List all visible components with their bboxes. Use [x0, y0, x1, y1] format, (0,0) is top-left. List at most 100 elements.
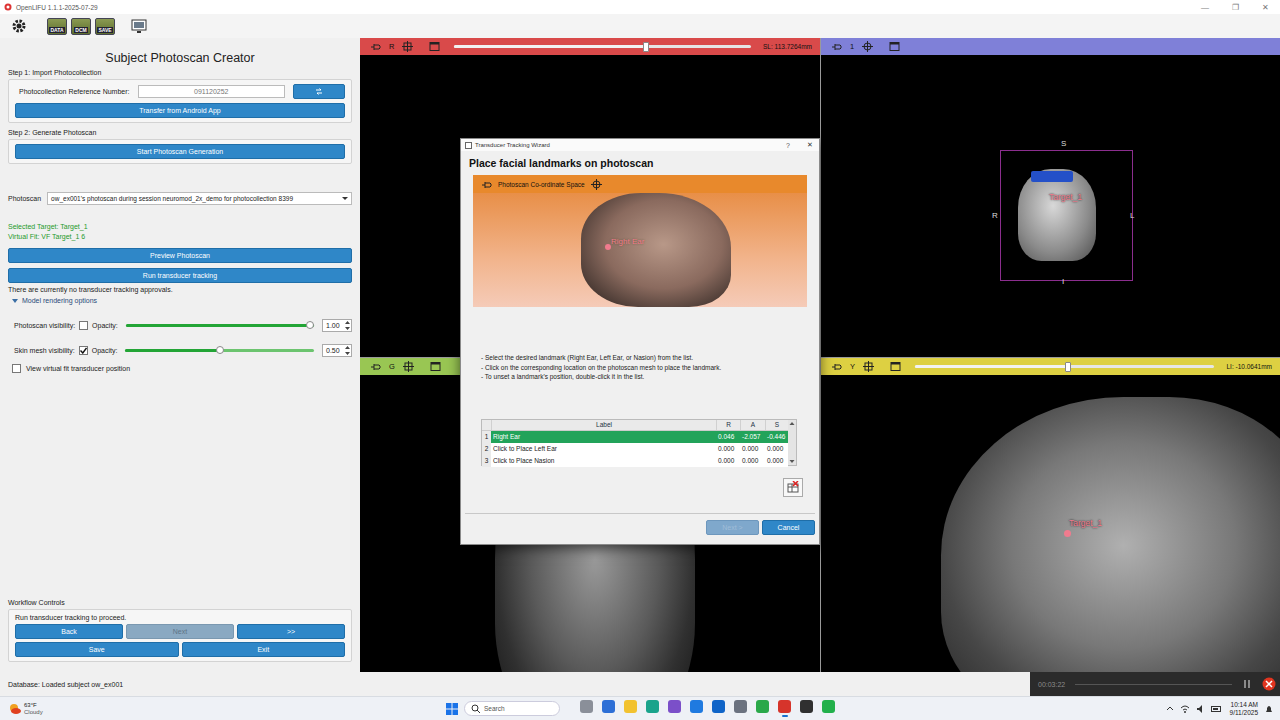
pin-icon[interactable]	[481, 179, 492, 190]
link-icon[interactable]	[863, 361, 874, 372]
pin-icon[interactable]	[370, 41, 381, 52]
container: Label	[491, 420, 716, 430]
visibility-checkbox[interactable]	[79, 321, 88, 330]
gear-icon[interactable]	[11, 18, 27, 34]
fetch-button[interactable]	[293, 84, 345, 99]
workflow-group: Run transducer tracking to proceed.BackN…	[8, 609, 352, 662]
taskbar-app[interactable]	[822, 700, 835, 717]
close-button[interactable]: ✕	[1252, 3, 1278, 12]
taskbar-app[interactable]	[668, 700, 681, 717]
panel-title: Subject Photoscan Creator	[105, 51, 254, 65]
link-icon[interactable]	[403, 361, 414, 372]
window-icon[interactable]	[890, 361, 901, 372]
help-button[interactable]: ?	[786, 142, 790, 149]
preview-button[interactable]: Preview Photoscan	[8, 248, 352, 263]
window-icon[interactable]	[429, 41, 440, 52]
window-icon[interactable]	[430, 361, 441, 372]
run-tracking-button[interactable]: Run transducer tracking	[8, 268, 352, 283]
photoscan-dropdown[interactable]: ow_ex001's photoscan during session neur…	[47, 192, 352, 205]
clear-landmarks-button[interactable]	[783, 478, 803, 497]
table-row[interactable]: 2Click to Place Left Ear0.0000.0000.000	[482, 443, 788, 455]
module-button[interactable]: SAVE	[95, 18, 115, 35]
screen-icon[interactable]	[131, 18, 147, 34]
opacity-spinbox[interactable]: 1.00	[322, 319, 352, 332]
opacity-spinbox[interactable]: 0.50	[322, 344, 352, 357]
rendering-toggle[interactable]: Model rendering options	[8, 297, 352, 304]
maximize-button[interactable]: ❐	[1222, 3, 1248, 12]
toolbar: DATA DCMSAVE	[0, 14, 1280, 38]
app-icon	[778, 700, 791, 713]
workflow-skip-button[interactable]: >>	[237, 624, 345, 639]
taskbar-app[interactable]	[624, 700, 637, 717]
container: - Select the desired landmark (Right Ear…	[461, 353, 819, 382]
reference-field[interactable]: 091120252	[138, 85, 285, 98]
slice-slider-handle[interactable]	[1065, 362, 1071, 372]
module-button[interactable]: DATA	[47, 18, 67, 35]
pin-icon[interactable]	[831, 41, 842, 52]
container: Photocollection Reference Number:0911202…	[15, 84, 345, 99]
module-button[interactable]: DCM	[71, 18, 91, 35]
app-icon	[734, 700, 747, 713]
visibility-label: Photoscan visibility:	[14, 322, 75, 329]
view-header: YLI: -10.0641mm	[821, 358, 1280, 375]
table-row[interactable]: 3Click to Place Nasion0.0000.0000.000	[482, 455, 788, 467]
start-generation-button[interactable]: Start Photoscan Generation	[15, 144, 345, 159]
opacity-slider[interactable]	[125, 349, 314, 352]
active-indicator	[650, 715, 656, 717]
taskbar-app[interactable]	[690, 700, 703, 717]
window-control-label: ❐	[1232, 3, 1239, 12]
table-cell: 0.000	[767, 445, 783, 452]
clock-date: 9/11/2025	[1230, 709, 1258, 717]
opacity-slider[interactable]	[126, 324, 314, 327]
transfer-button[interactable]: Transfer from Android App	[15, 103, 345, 118]
target-marker	[1064, 530, 1071, 537]
minimize-button[interactable]: —	[1192, 3, 1218, 12]
module-label: DATA	[49, 27, 64, 33]
slice-slider[interactable]	[915, 365, 1214, 368]
next-button[interactable]: Next >	[706, 520, 759, 535]
collapse-arrow-icon	[12, 298, 18, 304]
opacity-slider-handle[interactable]	[306, 321, 314, 329]
link-icon[interactable]	[402, 41, 413, 52]
taskbar-search[interactable]: Search	[464, 701, 560, 716]
taskbar-app[interactable]	[778, 700, 791, 717]
taskbar-app[interactable]	[602, 700, 615, 717]
cancel-button[interactable]: Cancel	[762, 520, 815, 535]
pin-icon[interactable]	[831, 361, 842, 372]
container: 3	[482, 455, 491, 467]
dialog-heading: Place facial landmarks on photoscan	[469, 157, 653, 169]
container: View virtual fit transducer position	[8, 364, 352, 373]
slice-slider[interactable]	[454, 45, 751, 48]
container	[122, 324, 318, 327]
photoscan-value: ow_ex001's photoscan during session neur…	[51, 195, 339, 202]
pause-icon[interactable]	[1242, 679, 1252, 689]
workflow-next-button[interactable]: Next	[126, 624, 234, 639]
pin-icon[interactable]	[370, 361, 381, 372]
crosshair-icon[interactable]	[591, 179, 602, 190]
notification-icon[interactable]	[1264, 704, 1274, 714]
taskbar-app[interactable]	[800, 700, 813, 717]
workflow-exit-button[interactable]: Exit	[182, 642, 346, 657]
app-icon	[800, 700, 813, 713]
container	[8, 373, 352, 599]
opacity-slider-handle[interactable]	[216, 346, 224, 354]
taskbar-app[interactable]	[580, 700, 593, 717]
virtual-fit-checkbox[interactable]	[12, 364, 21, 373]
windows-logo-icon[interactable]	[446, 703, 458, 715]
table-row[interactable]: 1Right Ear0.046-2.057-0.446	[482, 431, 788, 443]
taskbar-app[interactable]	[646, 700, 659, 717]
workflow-back-button[interactable]: Back	[15, 624, 123, 639]
table-scrollbar[interactable]	[788, 420, 796, 465]
opacity-slider-fill	[126, 324, 314, 327]
taskbar-app[interactable]	[734, 700, 747, 717]
taskbar-app[interactable]	[756, 700, 769, 717]
stop-recording-icon[interactable]	[1262, 677, 1276, 691]
workflow-save-button[interactable]: Save	[15, 642, 179, 657]
taskbar-app[interactable]	[712, 700, 725, 717]
window-icon[interactable]	[889, 41, 900, 52]
crosshair-icon[interactable]	[862, 41, 873, 52]
dialog-close-button[interactable]: ✕	[807, 141, 813, 149]
visibility-checkbox[interactable]	[79, 346, 88, 355]
container: 0.000	[740, 457, 765, 464]
slice-slider-handle[interactable]	[643, 42, 649, 52]
